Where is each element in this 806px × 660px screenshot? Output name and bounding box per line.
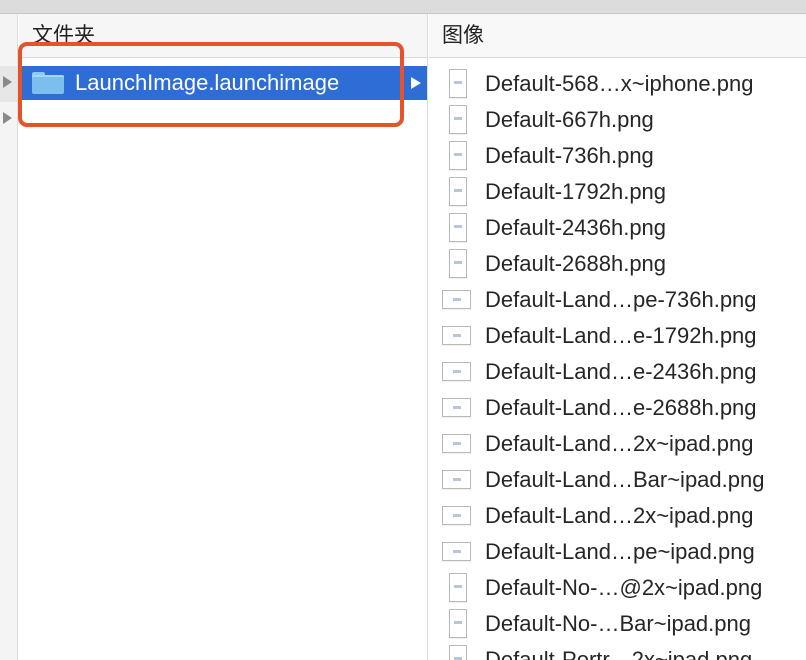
file-row[interactable]: Default-667h.png (429, 102, 806, 138)
column-header-label: 图像 (442, 24, 484, 47)
disclosure-arrow-icon[interactable] (3, 112, 12, 124)
image-thumbnail-icon (449, 609, 467, 638)
file-row[interactable]: Default-Land…Bar~ipad.png (429, 462, 806, 498)
file-row[interactable]: Default-No-…Bar~ipad.png (429, 606, 806, 642)
file-row[interactable]: Default-736h.png (429, 138, 806, 174)
file-row[interactable]: Default-1792h.png (429, 174, 806, 210)
file-name: Default-568…x~iphone.png (485, 71, 754, 96)
file-name: Default-Land…e-2688h.png (485, 395, 757, 420)
file-name: Default-Land…e-1792h.png (485, 323, 757, 348)
file-name: Default-Land…2x~ipad.png (485, 503, 754, 528)
image-thumbnail-icon (442, 470, 471, 489)
image-thumbnail-icon (449, 177, 467, 206)
column-header-folder[interactable]: 文件夹 (19, 14, 427, 58)
file-name: Default-1792h.png (485, 179, 667, 204)
image-thumbnail-icon (442, 362, 471, 381)
image-thumbnail-icon (442, 398, 471, 417)
file-name: Default-Portr…2x~ipad.png (485, 647, 753, 660)
file-row[interactable]: Default-Portr…2x~ipad.png (429, 642, 806, 660)
image-thumbnail-icon (442, 290, 471, 309)
image-thumbnail-icon (442, 506, 471, 525)
file-name: Default-Land…2x~ipad.png (485, 431, 754, 456)
file-name: Default-Land…pe~ipad.png (485, 539, 755, 564)
image-thumbnail-icon (449, 141, 467, 170)
column-header-label: 文件夹 (32, 24, 95, 44)
image-thumbnail-icon (449, 249, 467, 278)
disclosure-arrow-icon[interactable] (3, 76, 12, 88)
file-name: Default-736h.png (485, 143, 654, 168)
selected-folder-row[interactable]: LaunchImage.launchimage (19, 66, 427, 100)
file-row[interactable]: Default-568…x~iphone.png (429, 66, 806, 102)
file-row[interactable]: Default-Land…2x~ipad.png (429, 426, 806, 462)
finder-column-view: 文件夹 LaunchImage.launchimage 图像 Default-5… (0, 0, 806, 660)
file-name: Default-2436h.png (485, 215, 667, 240)
file-name: Default-Land…e-2436h.png (485, 359, 757, 384)
file-row[interactable]: Default-Land…e-2688h.png (429, 390, 806, 426)
file-row[interactable]: Default-Land…pe~ipad.png (429, 534, 806, 570)
images-column: 图像 Default-568…x~iphone.png Default-667h.… (429, 14, 806, 660)
file-name: Default-Land…Bar~ipad.png (485, 467, 765, 492)
column-header-images[interactable]: 图像 (429, 14, 806, 58)
parent-column (0, 14, 18, 660)
file-row[interactable]: Default-2688h.png (429, 246, 806, 282)
image-thumbnail-icon (449, 105, 467, 134)
toolbar-edge (0, 0, 806, 14)
file-name: Default-Land…pe-736h.png (485, 287, 757, 312)
expand-arrow-icon (411, 77, 421, 89)
file-row[interactable]: Default-Land…pe-736h.png (429, 282, 806, 318)
file-name: Default-667h.png (485, 107, 654, 132)
folder-name: LaunchImage.launchimage (75, 70, 340, 95)
image-thumbnail-icon (442, 434, 471, 453)
file-row[interactable]: Default-Land…2x~ipad.png (429, 498, 806, 534)
image-thumbnail-icon (442, 326, 471, 345)
image-thumbnail-icon (449, 645, 467, 660)
file-row[interactable]: Default-Land…e-2436h.png (429, 354, 806, 390)
image-thumbnail-icon (449, 69, 467, 98)
image-thumbnail-icon (449, 573, 467, 602)
file-name: Default-2688h.png (485, 251, 667, 276)
file-row[interactable]: Default-2436h.png (429, 210, 806, 246)
file-row[interactable]: Default-Land…e-1792h.png (429, 318, 806, 354)
folder-icon (32, 72, 64, 94)
file-list: Default-568…x~iphone.png Default-667h.png… (429, 66, 806, 660)
file-row[interactable]: Default-No-…@2x~ipad.png (429, 570, 806, 606)
image-thumbnail-icon (442, 542, 471, 561)
folder-column: 文件夹 LaunchImage.launchimage (19, 14, 428, 660)
file-name: Default-No-…Bar~ipad.png (485, 611, 751, 636)
image-thumbnail-icon (449, 213, 467, 242)
file-name: Default-No-…@2x~ipad.png (485, 575, 763, 600)
